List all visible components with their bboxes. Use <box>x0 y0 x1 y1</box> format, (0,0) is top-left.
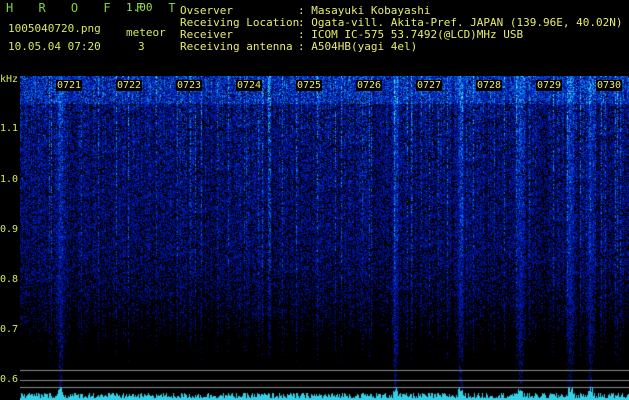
time-tick-label: 0725 <box>296 80 323 91</box>
freq-unit-label: kHz <box>0 74 19 85</box>
time-tick-label: 0729 <box>536 80 563 91</box>
image-filename: 1005040720.png <box>8 22 101 35</box>
time-tick-label: 0730 <box>596 80 623 91</box>
freq-tick-label: 0.6 <box>0 374 19 385</box>
info-label: Receiving antenna <box>180 40 293 53</box>
freq-tick-label: 0.8 <box>0 274 19 285</box>
spectrogram-canvas <box>20 76 629 400</box>
freq-tick-label: 0.7 <box>0 324 19 335</box>
freq-tick-label: 0.9 <box>0 224 19 235</box>
header-panel: H R O F F T 1.00 1005040720.png meteor 1… <box>0 0 629 76</box>
time-tick-label: 0722 <box>116 80 143 91</box>
time-tick-label: 0724 <box>236 80 263 91</box>
freq-tick-label: 1.1 <box>0 123 19 134</box>
app-version: 1.00 <box>126 1 153 14</box>
time-tick-label: 0723 <box>176 80 203 91</box>
capture-datetime: 10.05.04 07:20 <box>8 40 101 53</box>
time-tick-label: 0728 <box>476 80 503 91</box>
freq-tick-label: 1.0 <box>0 174 19 185</box>
meteor-count: 3 <box>138 40 145 53</box>
info-row-antenna: Receiving antenna : A504HB(yagi 4el) <box>180 41 417 53</box>
meteor-label: meteor <box>126 26 166 39</box>
info-value: : A504HB(yagi 4el) <box>298 40 418 53</box>
app-name: H R O F F T <box>6 1 185 15</box>
time-tick-label: 0727 <box>416 80 443 91</box>
time-tick-label: 0721 <box>56 80 83 91</box>
time-tick-label: 0726 <box>356 80 383 91</box>
